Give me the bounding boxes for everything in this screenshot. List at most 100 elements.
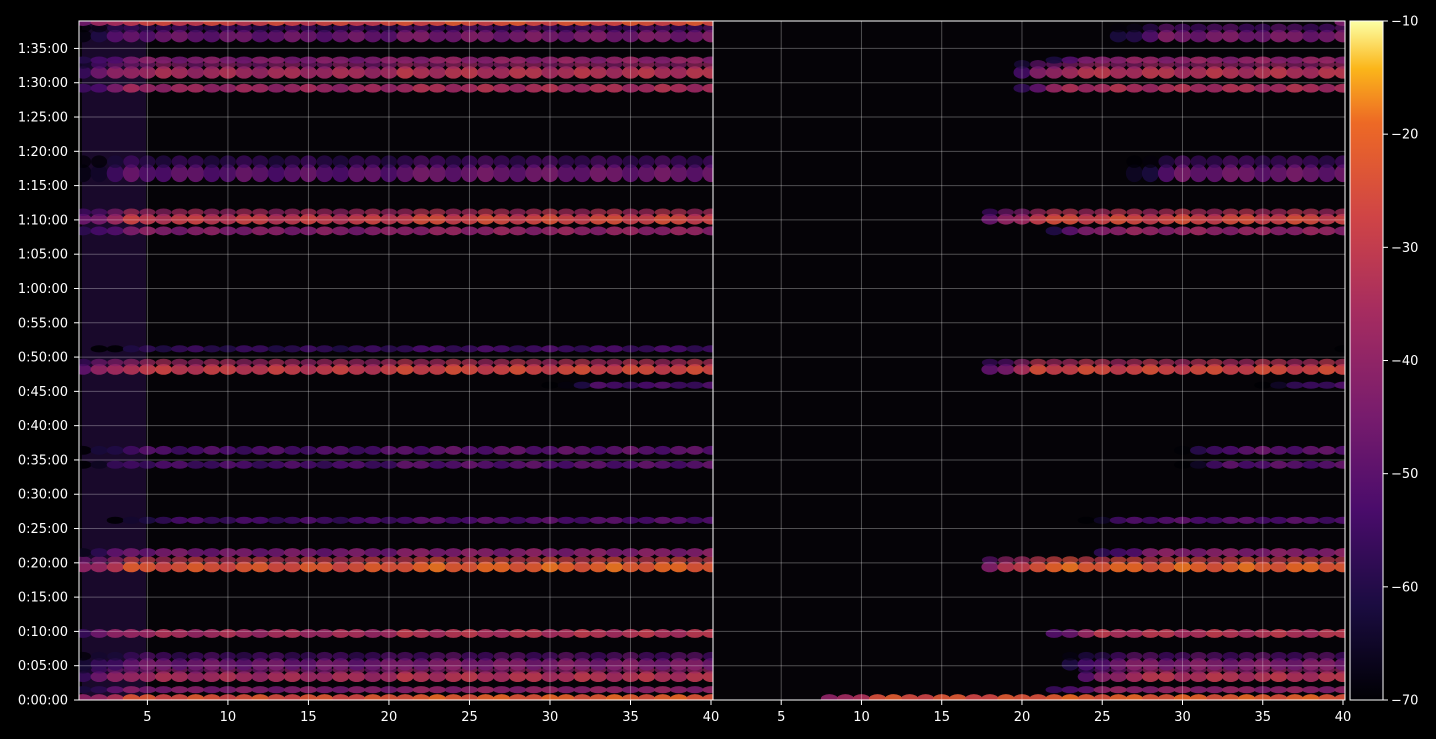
heat-cell: [1318, 445, 1336, 455]
x-axis: 5 10 15 20 25 30 35 40 5 10 15 20 25 30 35 40: [143, 700, 1351, 725]
heat-cell: [573, 445, 591, 455]
heat-cell: [203, 460, 221, 469]
heat-cell: [574, 208, 591, 217]
heat-cell: [155, 358, 172, 367]
heat-cell: [605, 226, 623, 236]
heat-cell: [1077, 83, 1095, 93]
heat-cell: [91, 358, 108, 367]
heat-cell: [1222, 358, 1239, 367]
heat-cell: [187, 155, 204, 168]
heat-cell: [428, 516, 446, 524]
heat-cell: [686, 629, 704, 638]
heat-cell: [155, 345, 173, 353]
heat-cell: [1046, 208, 1063, 217]
heat-cell: [428, 21, 446, 26]
heat-cell: [332, 155, 349, 168]
heat-cell: [1030, 59, 1047, 69]
heat-cell: [332, 208, 349, 217]
heat-cell: [1334, 56, 1345, 64]
heat-cell: [654, 548, 672, 557]
heat-cell: [558, 358, 575, 367]
heat-cell: [1318, 516, 1336, 524]
heat-cell: [122, 694, 140, 700]
heat-cell: [429, 208, 446, 217]
heat-cell: [606, 208, 623, 217]
heat-cell: [670, 381, 688, 389]
heat-cell: [557, 548, 575, 557]
heat-cell: [1125, 694, 1143, 700]
heat-cell: [428, 686, 446, 694]
heat-cell: [316, 445, 334, 455]
heat-cell: [525, 56, 543, 64]
heat-cell: [171, 21, 189, 26]
heat-cell: [1157, 686, 1175, 694]
heat-cell: [90, 694, 108, 700]
heat-cell: [1142, 358, 1159, 367]
heat-cell: [1190, 629, 1208, 638]
heat-cell: [509, 548, 527, 557]
heat-cell: [412, 694, 430, 700]
heat-cell: [1142, 155, 1159, 168]
heat-cell: [557, 686, 575, 694]
heat-cell: [638, 694, 656, 700]
heat-cell: [364, 345, 382, 353]
heat-cell: [1238, 56, 1256, 64]
heat-cell: [654, 381, 672, 389]
heat-cell: [654, 155, 671, 168]
heat-cell: [397, 358, 414, 367]
heat-cell: [1238, 651, 1255, 661]
heat-cell: [187, 460, 205, 469]
heat-cell: [203, 83, 221, 93]
heat-cell: [605, 460, 623, 469]
heat-cell: [316, 208, 333, 217]
heat-cell: [428, 629, 446, 638]
heat-cell: [445, 651, 462, 661]
y-tick-label: 0:45:00: [18, 385, 68, 400]
heat-cell: [1302, 155, 1319, 168]
heat-cell: [236, 651, 253, 661]
heat-cell: [396, 445, 414, 455]
heat-cell: [235, 56, 253, 64]
heat-cell: [1125, 686, 1143, 694]
heat-cell: [1238, 358, 1255, 367]
heat-cell: [171, 516, 189, 524]
heat-cell: [638, 21, 656, 26]
heat-cell: [203, 56, 221, 64]
heat-cell: [203, 21, 221, 26]
heat-cell: [235, 445, 253, 455]
heat-cell: [1078, 358, 1095, 367]
heat-cell: [396, 629, 414, 638]
heat-cell: [171, 629, 189, 638]
heat-cell: [525, 548, 543, 557]
heat-cell: [1109, 686, 1127, 694]
heat-cell: [1190, 208, 1207, 217]
heat-cell: [557, 345, 575, 353]
heat-cell: [79, 629, 92, 638]
heat-cell: [1222, 629, 1240, 638]
heat-cell: [1238, 548, 1256, 557]
heat-cell: [590, 208, 607, 217]
heat-cell: [235, 548, 253, 557]
colorbar-tick-label: −40: [1391, 354, 1418, 369]
heat-cell: [509, 516, 527, 524]
heat-cell: [284, 651, 301, 661]
heat-cell: [1302, 629, 1320, 638]
colorbar-tick-label: −30: [1391, 241, 1418, 256]
heat-cell: [90, 345, 108, 353]
heat-cell: [525, 21, 543, 26]
heat-cell: [590, 358, 607, 367]
heat-cell: [1110, 651, 1127, 661]
heat-cell: [203, 694, 221, 700]
heat-cell: [1302, 548, 1320, 557]
heat-cell: [1045, 226, 1063, 236]
heat-cell: [106, 21, 124, 26]
heat-cell: [1110, 208, 1127, 217]
heat-cell: [348, 629, 366, 638]
heat-cell: [686, 381, 704, 389]
heat-cell: [1158, 358, 1175, 367]
heat-cell: [1158, 208, 1175, 217]
heat-cell: [332, 686, 350, 694]
heat-cell: [1334, 516, 1345, 524]
heat-cell: [332, 516, 350, 524]
heat-cell: [1190, 83, 1208, 93]
